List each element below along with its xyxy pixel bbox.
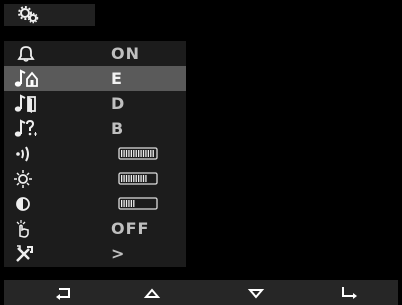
level-tick bbox=[121, 150, 123, 157]
level-tick bbox=[130, 200, 133, 207]
brightness-level-bar[interactable] bbox=[118, 172, 158, 185]
settings-menu: ON E D B OFF > bbox=[4, 41, 186, 266]
tools-icon bbox=[16, 245, 33, 262]
level-tick bbox=[140, 150, 142, 157]
contrast-icon bbox=[16, 197, 30, 211]
level-tick bbox=[150, 150, 152, 157]
level-tick bbox=[123, 175, 125, 182]
note-house-icon bbox=[14, 69, 38, 87]
level-tick bbox=[133, 150, 135, 157]
down-triangle-icon[interactable] bbox=[246, 284, 266, 302]
volume-level-bar[interactable] bbox=[118, 147, 158, 160]
level-tick bbox=[133, 200, 135, 207]
menu-row-contrast[interactable] bbox=[4, 191, 186, 216]
level-tick bbox=[123, 200, 125, 207]
level-tick bbox=[125, 200, 128, 207]
level-tick bbox=[152, 150, 154, 157]
menu-row-house-ring-tone[interactable]: E bbox=[4, 66, 186, 91]
touch-tone-value: OFF bbox=[111, 219, 150, 238]
gear-pair-icon bbox=[18, 6, 39, 24]
level-tick bbox=[130, 150, 133, 157]
level-tick bbox=[128, 200, 130, 207]
level-tick bbox=[130, 175, 133, 182]
menu-row-ringer[interactable]: ON bbox=[4, 41, 186, 66]
tools-value: > bbox=[111, 244, 126, 263]
hand-touch-icon bbox=[16, 220, 29, 238]
menu-row-tools[interactable]: > bbox=[4, 241, 186, 266]
bell-icon bbox=[17, 46, 35, 62]
level-tick bbox=[128, 150, 130, 157]
navigation-bar bbox=[4, 280, 398, 305]
note-intercom-icon bbox=[14, 119, 37, 137]
up-triangle-icon[interactable] bbox=[142, 284, 162, 302]
ringer-value: ON bbox=[111, 44, 140, 63]
volume-icon bbox=[16, 146, 29, 162]
level-tick bbox=[135, 150, 137, 157]
level-tick bbox=[123, 150, 125, 157]
level-tick bbox=[147, 150, 150, 157]
house-ring-tone-value: E bbox=[111, 69, 123, 88]
level-tick bbox=[140, 175, 142, 182]
level-tick bbox=[135, 175, 137, 182]
menu-row-door-ring-tone[interactable]: D bbox=[4, 91, 186, 116]
level-tick bbox=[128, 175, 130, 182]
note-door-icon bbox=[14, 94, 36, 113]
intercom-ring-tone-value: B bbox=[111, 119, 125, 138]
level-tick bbox=[121, 175, 123, 182]
enter-arrow-icon[interactable] bbox=[339, 284, 359, 302]
back-arrow-icon[interactable] bbox=[54, 284, 74, 302]
level-tick bbox=[145, 175, 147, 182]
level-tick bbox=[121, 200, 123, 207]
level-tick bbox=[125, 150, 128, 157]
menu-row-touch-tone[interactable]: OFF bbox=[4, 216, 186, 241]
level-tick bbox=[142, 175, 145, 182]
settings-header bbox=[4, 4, 95, 26]
level-tick bbox=[145, 150, 147, 157]
level-tick bbox=[138, 150, 140, 157]
brightness-icon bbox=[14, 170, 32, 188]
menu-row-volume[interactable] bbox=[4, 141, 186, 166]
level-tick bbox=[125, 175, 128, 182]
menu-row-intercom-ring-tone[interactable]: B bbox=[4, 116, 186, 141]
door-ring-tone-value: D bbox=[111, 94, 126, 113]
level-tick bbox=[133, 175, 135, 182]
menu-row-brightness[interactable] bbox=[4, 166, 186, 191]
contrast-level-bar[interactable] bbox=[118, 197, 158, 210]
level-tick bbox=[138, 175, 140, 182]
level-tick bbox=[142, 150, 145, 157]
